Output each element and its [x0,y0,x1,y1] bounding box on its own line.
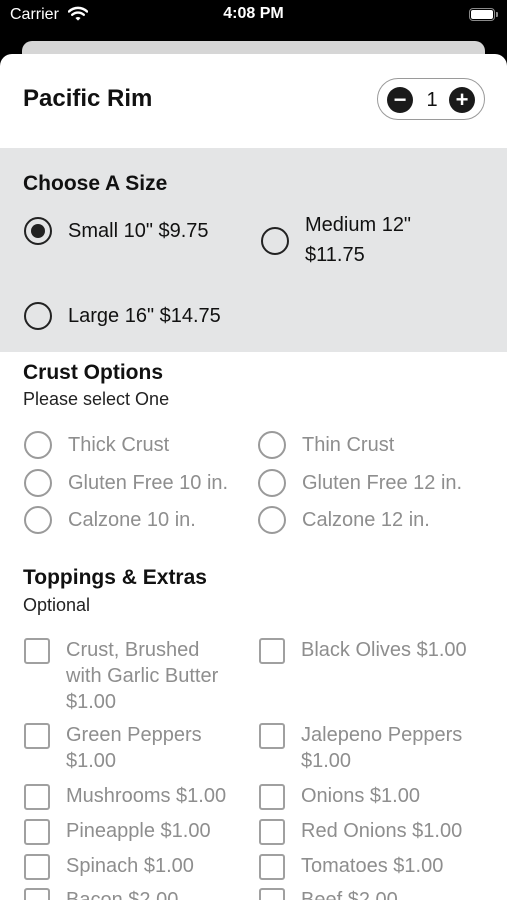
toppings-section-subtitle: Optional [23,595,91,615]
radio-icon [24,431,52,459]
topping-label-line1: Crust, Brushed [66,639,200,661]
crust-option-thin[interactable]: Thin Crust [258,431,488,461]
topping-bacon[interactable]: Bacon $2.00 [24,886,249,900]
crust-option-label: Thin Crust [302,434,395,456]
checkbox-icon [24,854,50,880]
size-option-medium[interactable]: Medium 12" $11.75 [261,212,461,272]
crust-option-label: Gluten Free 12 in. [302,472,463,494]
size-option-small[interactable]: Small 10" $9.75 [24,216,234,246]
topping-label: Onions $1.00 [301,785,420,807]
crust-section-subtitle: Please select One [23,389,170,409]
topping-label-line1: Jalepeno Peppers [301,724,463,746]
crust-option-label: Thick Crust [68,434,170,456]
crust-option-gluten-free-10[interactable]: Gluten Free 10 in. [24,469,244,499]
radio-icon [258,506,286,534]
topping-label-line2: $1.00 [301,750,352,772]
radio-icon [258,431,286,459]
topping-garlic-butter-crust[interactable]: Crust, Brushed with Garlic Butter $1.00 [24,636,249,716]
topping-label-line2: with Garlic Butter [66,665,219,687]
topping-label: Mushrooms $1.00 [66,785,227,807]
topping-label-line2: $1.00 [66,750,117,772]
topping-spinach[interactable]: Spinach $1.00 [24,852,249,882]
topping-black-olives[interactable]: Black Olives $1.00 [259,636,499,666]
checkbox-icon [259,784,285,810]
size-option-label-line2: $11.75 [305,244,365,266]
clock: 4:08 PM [223,5,284,22]
topping-jalepeno-peppers[interactable]: Jalepeno Peppers $1.00 [259,721,499,775]
toppings-section-title: Toppings & Extras [23,566,207,589]
topping-label: Red Onions $1.00 [301,820,463,842]
crust-option-label: Gluten Free 10 in. [68,472,229,494]
topping-tomatoes[interactable]: Tomatoes $1.00 [259,852,499,882]
crust-option-calzone-12[interactable]: Calzone 12 in. [258,506,488,536]
checkbox-icon [259,638,285,664]
radio-selected-icon [24,217,52,245]
topping-label: Bacon $2.00 [66,889,179,900]
topping-mushrooms[interactable]: Mushrooms $1.00 [24,782,249,812]
size-section-title: Choose A Size [23,172,168,195]
radio-icon [261,227,289,255]
topping-label: Pineapple $1.00 [66,820,211,842]
quantity-value: 1 [426,89,438,111]
radio-icon [258,469,286,497]
topping-label: Black Olives $1.00 [301,639,467,661]
topping-green-peppers[interactable]: Green Peppers $1.00 [24,721,249,775]
topping-pineapple[interactable]: Pineapple $1.00 [24,817,249,847]
checkbox-icon [24,819,50,845]
increment-button[interactable]: + [449,87,475,113]
topping-label: Beef $2.00 [301,889,398,900]
checkbox-icon [24,784,50,810]
decrement-button[interactable]: − [387,87,413,113]
checkbox-icon [24,888,50,900]
checkbox-icon [24,638,50,664]
crust-option-gluten-free-12[interactable]: Gluten Free 12 in. [258,469,488,499]
crust-option-thick[interactable]: Thick Crust [24,431,244,461]
battery-icon [469,8,498,21]
crust-option-calzone-10[interactable]: Calzone 10 in. [24,506,244,536]
crust-section-title: Crust Options [23,361,163,384]
checkbox-icon [259,888,285,900]
quantity-stepper[interactable]: − 1 + [377,78,485,120]
topping-label-line1: Green Peppers [66,724,202,746]
crust-option-label: Calzone 12 in. [302,509,430,531]
size-section: Choose A Size Small 10" $9.75 Medium 12"… [0,148,507,352]
size-option-label: Small 10" $9.75 [68,220,209,242]
topping-red-onions[interactable]: Red Onions $1.00 [259,817,499,847]
size-option-label: Large 16" $14.75 [68,305,221,327]
checkbox-icon [259,819,285,845]
radio-icon [24,302,52,330]
radio-icon [24,469,52,497]
item-title: Pacific Rim [23,85,153,112]
topping-label-line3: $1.00 [66,691,117,713]
radio-icon [24,506,52,534]
checkbox-icon [259,854,285,880]
topping-label: Spinach $1.00 [66,855,194,877]
topping-beef[interactable]: Beef $2.00 [259,886,499,900]
crust-option-label: Calzone 10 in. [68,509,196,531]
item-sheet: Pacific Rim − 1 + Choose A Size Small 10… [0,54,507,900]
status-bar: Carrier 4:08 PM [0,0,507,34]
topping-onions[interactable]: Onions $1.00 [259,782,499,812]
size-option-large[interactable]: Large 16" $14.75 [24,301,254,331]
checkbox-icon [24,723,50,749]
size-option-label-line1: Medium 12" [305,214,412,236]
topping-label: Tomatoes $1.00 [301,855,444,877]
checkbox-icon [259,723,285,749]
